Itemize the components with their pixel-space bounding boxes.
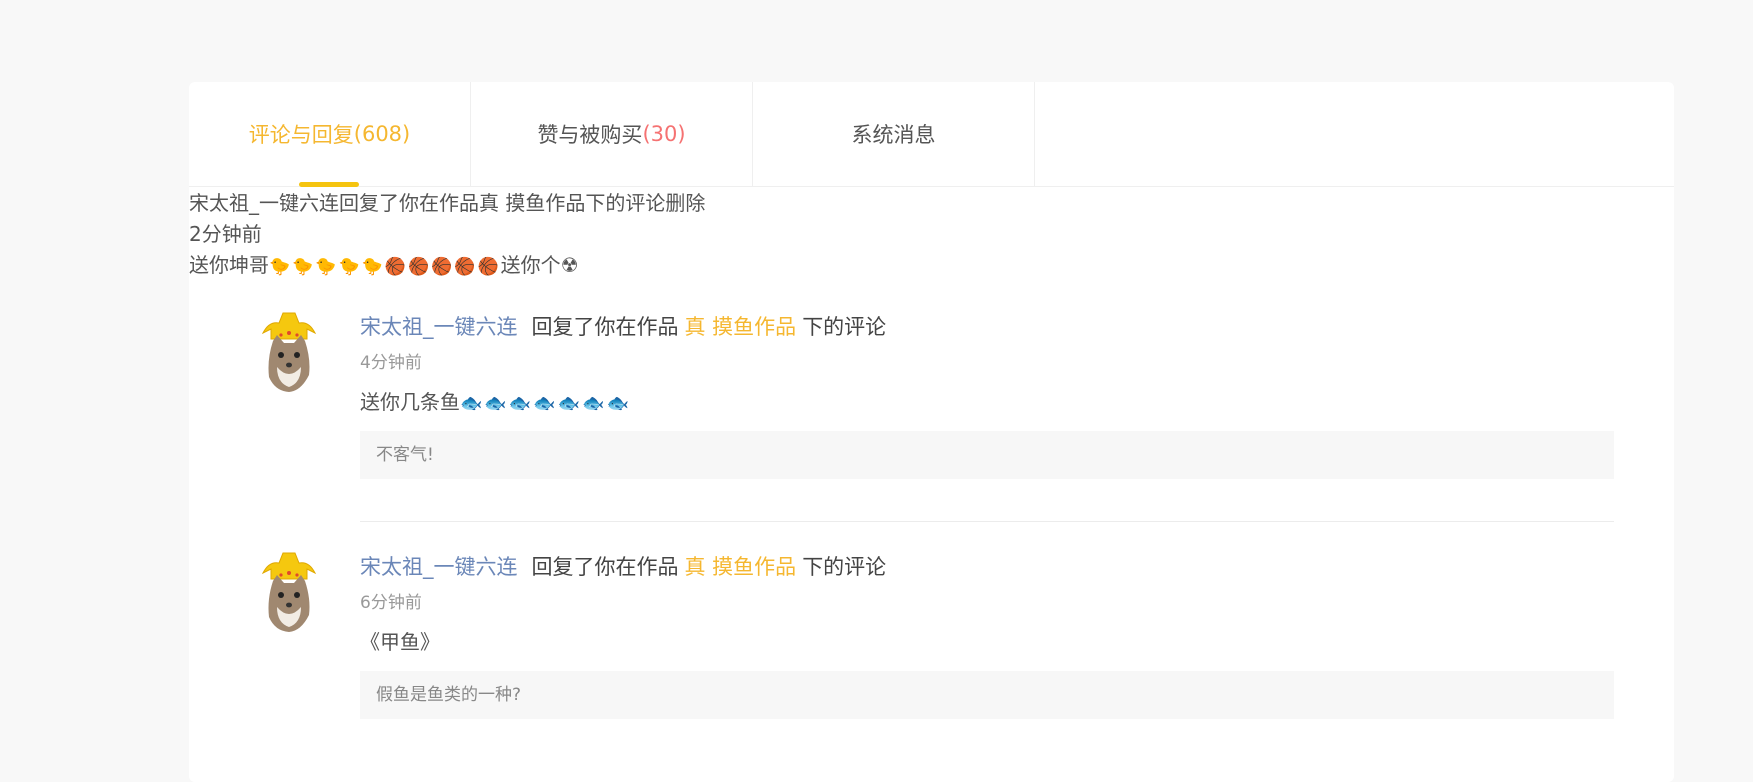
comment-action: 回复了你在作品	[531, 555, 679, 579]
comment-work-link[interactable]: 真 摸鱼作品	[685, 555, 797, 579]
comment-user-link[interactable]: 宋太祖_一键六连	[360, 555, 518, 579]
crowned-cat-avatar-icon[interactable]	[257, 551, 321, 633]
comment-text: 送你几条鱼🐟🐟🐟🐟🐟🐟🐟	[360, 387, 1614, 417]
notice-emoji: 🐤🐤🐤🐤🐤🏀🏀🏀🏀🏀	[269, 257, 501, 277]
comment-text: 《甲鱼》	[360, 627, 1614, 657]
tab-count: (608)	[353, 122, 411, 146]
comment-suffix: 下的评论	[802, 315, 887, 339]
notice-text: 送你坤哥	[189, 253, 269, 277]
tab-bar: 评论与回复 (608) 赞与被购买 (30) 系统消息	[189, 82, 1674, 187]
tab-system-messages[interactable]: 系统消息	[753, 82, 1035, 186]
crowned-cat-avatar-icon[interactable]	[257, 311, 321, 393]
comment-divider	[360, 521, 1614, 522]
notice-content: 送你坤哥🐤🐤🐤🐤🐤🏀🏀🏀🏀🏀送你个☢	[189, 250, 705, 281]
notice-tail: 送你个☢	[500, 253, 579, 277]
comment-suffix: 下的评论	[802, 555, 887, 579]
tab-label: 赞与被购买	[537, 123, 643, 147]
raw-notice: 宋太祖_一键六连回复了你在作品真 摸鱼作品下的评论删除 2分钟前 送你坤哥🐤🐤🐤…	[189, 188, 705, 281]
comment-body: 送你几条鱼	[360, 390, 460, 414]
comment-header: 宋太祖_一键六连 回复了你在作品真 摸鱼作品 下的评论	[360, 551, 1614, 583]
comment-user-link[interactable]: 宋太祖_一键六连	[360, 315, 518, 339]
tab-comments-replies[interactable]: 评论与回复 (608)	[189, 82, 471, 187]
tab-label: 系统消息	[851, 123, 936, 147]
comment-header: 宋太祖_一键六连 回复了你在作品真 摸鱼作品 下的评论	[360, 311, 1614, 343]
comment-time: 6分钟前	[360, 593, 422, 613]
comment-work-link[interactable]: 真 摸鱼作品	[685, 315, 797, 339]
reply-box[interactable]: 假鱼是鱼类的一种?	[360, 671, 1614, 719]
tab-count: (30)	[642, 122, 686, 146]
comment-body: 《甲鱼》	[360, 630, 440, 654]
comment-emoji: 🐟🐟🐟🐟🐟🐟🐟	[460, 393, 631, 414]
comment-content: 宋太祖_一键六连 回复了你在作品真 摸鱼作品 下的评论 4分钟前 送你几条鱼🐟🐟🐟🐟…	[360, 311, 1614, 479]
notice-title: 宋太祖_一键六连回复了你在作品真 摸鱼作品下的评论删除	[189, 191, 706, 215]
comment-content: 宋太祖_一键六连 回复了你在作品真 摸鱼作品 下的评论 6分钟前 《甲鱼》 假鱼是鱼…	[360, 551, 1614, 719]
active-tab-indicator	[299, 182, 359, 187]
tab-label: 评论与回复	[248, 123, 354, 147]
notice-time: 2分钟前	[189, 222, 262, 246]
comment-action: 回复了你在作品	[531, 315, 679, 339]
tab-likes-purchases[interactable]: 赞与被购买 (30)	[471, 82, 753, 186]
comment-time: 4分钟前	[360, 353, 422, 373]
reply-box[interactable]: 不客气!	[360, 431, 1614, 479]
